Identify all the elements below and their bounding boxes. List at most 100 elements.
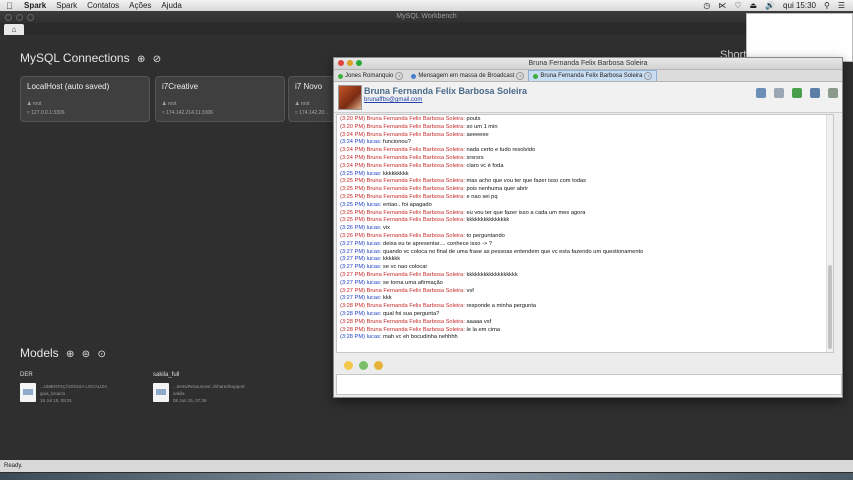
profile-card-icon[interactable] (756, 88, 766, 98)
apple-icon[interactable]:  (6, 1, 16, 11)
message-time: (3:27 PM) (340, 295, 365, 302)
contact-email-link[interactable]: brunaffbs@gmail.com (364, 97, 422, 103)
chat-tab[interactable]: Jones Romanquio x (334, 71, 407, 81)
scrollbar-thumb[interactable] (828, 265, 832, 349)
message-time: (3:25 PM) (340, 170, 365, 177)
manage-connections-icon[interactable]: ⊘ (153, 54, 161, 65)
message-sender: lucas (366, 334, 380, 341)
add-connection-icon[interactable]: ⊕ (137, 54, 145, 65)
model-tile[interactable]: sakila_full ...tents/Resources/../Shared… (153, 372, 283, 404)
host-icon: ≈ (295, 110, 298, 116)
message-sender: lucas (366, 201, 380, 208)
message-sender: Bruna Fernanda Felix Barbosa Soleira (366, 193, 464, 200)
workbench-tabbar: ⌂ (0, 23, 853, 35)
menu-spark[interactable]: Spark (56, 1, 77, 10)
connection-tile[interactable]: i7 Novo ♟ root ≈ 174.142.20... (288, 76, 335, 122)
chat-message: (3:24 PM) Bruna Fernanda Felix Barbosa S… (340, 162, 504, 169)
connection-tile[interactable]: LocalHost (auto saved) ♟ root ≈ 127.0.0.… (20, 76, 150, 122)
workbench-title: MySQL Workbench (396, 13, 457, 20)
workbench-titlebar: MySQL Workbench (0, 11, 853, 23)
message-time: (3:28 PM) (340, 310, 365, 317)
transfer-icon[interactable] (792, 88, 802, 98)
message-sender: lucas (366, 264, 380, 271)
close-chat-button[interactable] (338, 60, 344, 66)
wifi-icon[interactable]: ♡ (734, 1, 741, 10)
model-schema: sakila (173, 391, 185, 396)
chat-message: (3:24 PM) Bruna Fernanda Felix Barbosa S… (340, 154, 484, 161)
message-text: vsf (466, 287, 474, 294)
message-text: to perguntando (466, 232, 505, 239)
chat-message: (3:20 PM) Bruna Fernanda Felix Barbosa S… (340, 123, 498, 130)
chat-tab[interactable]: Mensagem em massa de Broadcast x (407, 71, 528, 81)
message-text: kkkkkk (383, 256, 401, 263)
chat-window-controls (338, 60, 362, 66)
chat-tabs: Jones Romanquio x Mensagem em massa de B… (334, 70, 842, 82)
message-time: (3:25 PM) (340, 201, 365, 208)
close-tab-icon[interactable]: x (644, 72, 653, 80)
message-list: (3:20 PM) Bruna Fernanda Felix Barbosa S… (337, 115, 833, 343)
message-text: deixa eu te apresentar.... conhece isso … (383, 240, 492, 247)
menu-acoes[interactable]: Ações (129, 1, 151, 10)
message-sender: Bruna Fernanda Felix Barbosa Soleira (366, 232, 464, 239)
chat-toolbar (756, 88, 838, 98)
chat-message: (3:28 PM) Bruna Fernanda Felix Barbosa S… (340, 326, 501, 333)
message-sender: lucas (366, 139, 380, 146)
message-time: (3:27 PM) (340, 248, 365, 255)
menu-app-name[interactable]: Spark (24, 1, 46, 10)
bluetooth-icon[interactable]: ⋉ (718, 1, 726, 10)
open-model-icon[interactable]: ⊜ (82, 349, 90, 360)
spotlight-icon[interactable]: ⚲ (824, 1, 830, 10)
eject-icon[interactable]: ⏏ (750, 1, 758, 10)
minimize-window-button[interactable] (16, 14, 23, 21)
time-machine-icon[interactable]: ◷ (703, 1, 710, 10)
models-more-icon[interactable]: ⊙ (98, 349, 106, 360)
minimize-chat-button[interactable] (347, 60, 353, 66)
message-sender: Bruna Fernanda Felix Barbosa Soleira (366, 287, 464, 294)
add-model-icon[interactable]: ⊕ (66, 349, 74, 360)
chat-message: (3:26 PM) lucas: vix (340, 225, 390, 232)
model-tile[interactable]: DER ...UMENTAÇÃO/GUIA LOCALIZA guia_loca… (20, 372, 140, 404)
presence-icon (533, 73, 539, 79)
screenshot-icon[interactable] (810, 88, 820, 98)
message-text: se vc nao colocar (383, 264, 428, 271)
message-text: funcionou? (383, 139, 411, 146)
chat-message: (3:20 PM) Bruna Fernanda Felix Barbosa S… (340, 116, 481, 122)
broadcast-icon (411, 73, 417, 79)
message-text: srsrsrs (466, 154, 484, 161)
close-tab-icon[interactable]: x (395, 72, 404, 80)
message-input[interactable] (336, 374, 842, 395)
nudge-icon[interactable] (374, 361, 383, 370)
menubar-clock[interactable]: qui 15:30 (783, 1, 816, 10)
message-time: (3:28 PM) (340, 318, 365, 325)
chat-message: (3:25 PM) Bruna Fernanda Felix Barbosa S… (340, 193, 498, 200)
message-sender: Bruna Fernanda Felix Barbosa Soleira (366, 271, 464, 278)
message-time: (3:27 PM) (340, 271, 365, 278)
close-tab-icon[interactable]: x (516, 72, 525, 80)
zoom-window-button[interactable] (27, 14, 34, 21)
message-time: (3:20 PM) (340, 123, 365, 130)
connection-name: i7 Novo (295, 82, 323, 91)
zoom-chat-button[interactable] (356, 60, 362, 66)
spellcheck-icon[interactable] (359, 361, 368, 370)
message-time: (3:20 PM) (340, 116, 365, 122)
transcript-scrollbar[interactable] (826, 115, 833, 352)
menu-contatos[interactable]: Contatos (87, 1, 119, 10)
message-sender: Bruna Fernanda Felix Barbosa Soleira (366, 217, 464, 224)
chat-transcript[interactable]: (3:20 PM) Bruna Fernanda Felix Barbosa S… (336, 114, 834, 353)
desktop-background (0, 473, 853, 480)
message-text: eu vou ter que fazer isso a cada um mes … (466, 209, 586, 216)
attach-file-icon[interactable] (774, 88, 784, 98)
message-sender: Bruna Fernanda Felix Barbosa Soleira (366, 326, 464, 333)
connections-header: MySQL Connections ⊕ ⊘ (20, 51, 161, 65)
emoticon-icon[interactable] (344, 361, 353, 370)
host-icon: ≈ (27, 110, 30, 116)
home-tab[interactable]: ⌂ (4, 24, 24, 35)
chat-tab[interactable]: Bruna Fernanda Felix Barbosa Soleira x (528, 70, 658, 81)
notification-center-icon[interactable]: ☰ (838, 1, 845, 10)
settings-icon[interactable] (828, 88, 838, 98)
menu-ajuda[interactable]: Ajuda (161, 1, 181, 10)
volume-icon[interactable]: 🔊 (765, 1, 775, 10)
connection-tile[interactable]: i7Creative ♟ root ≈ 174.142.214.11:3306 (155, 76, 285, 122)
avatar (338, 85, 362, 110)
close-window-button[interactable] (5, 14, 12, 21)
